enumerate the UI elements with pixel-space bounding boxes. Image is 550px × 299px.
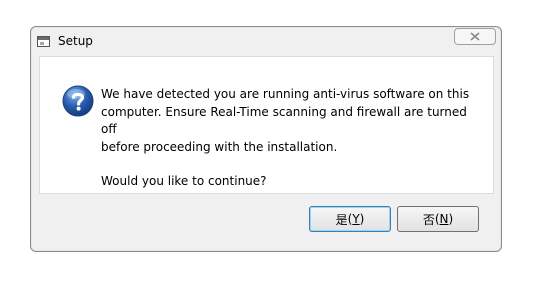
no-button-mnemonic: N xyxy=(439,212,449,226)
setup-dialog: Setup We have detected you are running a… xyxy=(30,26,502,252)
yes-button-label: 是 xyxy=(335,212,348,227)
yes-button-mnemonic: Y xyxy=(352,212,360,226)
no-button-label: 否 xyxy=(422,212,435,227)
message-text: We have detected you are running anti-vi… xyxy=(101,86,481,191)
message-line: computer. Ensure Real-Time scanning and … xyxy=(101,104,467,137)
message-line: before proceeding with the installation. xyxy=(101,139,338,154)
message-panel: We have detected you are running anti-vi… xyxy=(39,56,494,194)
question-text: Would you like to continue? xyxy=(101,174,267,188)
yes-button-paren-close: ) xyxy=(359,212,365,226)
app-window-icon xyxy=(37,36,50,47)
question-icon xyxy=(62,85,94,117)
no-button[interactable]: 否(N) xyxy=(397,206,479,232)
title-bar[interactable]: Setup xyxy=(31,27,501,55)
button-bar: 是(Y) 否(N) xyxy=(39,194,494,244)
yes-button[interactable]: 是(Y) xyxy=(309,206,391,232)
message-line: We have detected you are running anti-vi… xyxy=(101,87,470,101)
close-button[interactable] xyxy=(454,28,496,45)
window-title: Setup xyxy=(58,34,93,48)
close-icon xyxy=(470,32,480,41)
no-button-paren-close: ) xyxy=(448,212,454,226)
